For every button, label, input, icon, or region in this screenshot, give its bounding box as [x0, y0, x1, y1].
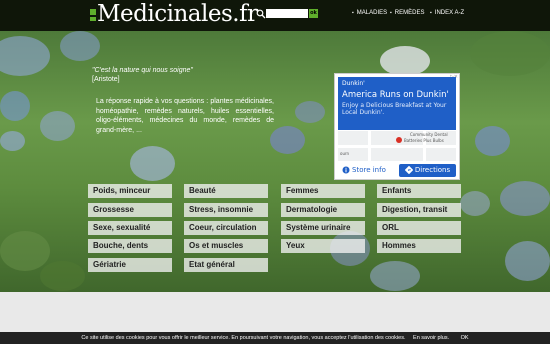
map-label: ourn	[340, 151, 350, 156]
category-coeur-circulation[interactable]: Coeur, circulation	[184, 221, 268, 235]
map-label: Community Dental	[410, 132, 448, 137]
ad-map[interactable]: Batteries Plus Bulbs Community Dental ou…	[338, 131, 456, 161]
bullet-icon: ▪	[430, 10, 432, 16]
bullet-icon: ▪	[352, 10, 354, 16]
advertisement[interactable]: ▷✕ Dunkin' America Runs on Dunkin' Enjoy…	[334, 73, 460, 180]
category-femmes[interactable]: Femmes	[281, 184, 365, 198]
directions-icon	[404, 166, 413, 174]
logo-mark-icon	[90, 9, 96, 15]
hero-quote-author: [Aristote]	[92, 76, 120, 83]
nav-label: MALADIES	[356, 10, 388, 16]
category-sexe-sexualite[interactable]: Sexe, sexualité	[88, 221, 172, 235]
map-pin-icon	[396, 137, 402, 143]
category-dermatologie[interactable]: Dermatologie	[281, 203, 365, 217]
site-logo[interactable]: Medicinales.fr	[97, 1, 258, 27]
category-systeme-urinaire[interactable]: Système urinaire	[281, 221, 365, 235]
store-info-label: Store info	[352, 166, 386, 174]
info-icon	[342, 166, 350, 174]
directions-button[interactable]: Directions	[399, 163, 456, 177]
category-os-muscles[interactable]: Os et muscles	[184, 239, 268, 253]
category-grossesse[interactable]: Grossesse	[88, 203, 172, 217]
search-input[interactable]	[266, 9, 308, 18]
store-info-button[interactable]: Store info	[338, 166, 386, 174]
category-poids-minceur[interactable]: Poids, minceur	[88, 184, 172, 198]
nav-item-maladies[interactable]: ▪ MALADIES	[352, 10, 387, 16]
map-label: Batteries Plus Bulbs	[404, 138, 444, 143]
ad-title: America Runs on Dunkin'	[342, 90, 449, 100]
nav-label: REMÈDES	[394, 10, 425, 16]
cookie-more-link[interactable]: En savoir plus.	[413, 335, 449, 341]
category-bouche-dents[interactable]: Bouche, dents	[88, 239, 172, 253]
cookie-bar: Ce site utilise des cookies pour vous of…	[0, 332, 550, 344]
site-header: Medicinales.fr ok ▪ MALADIES ▪ REMÈDES ▪…	[0, 0, 550, 31]
category-digestion-transit[interactable]: Digestion, transit	[377, 203, 461, 217]
category-enfants[interactable]: Enfants	[377, 184, 461, 198]
hero-quote: "C'est la nature qui nous soigne"	[92, 67, 193, 74]
category-hommes[interactable]: Hommes	[377, 239, 461, 253]
search-icon	[256, 9, 266, 19]
category-beaute[interactable]: Beauté	[184, 184, 268, 198]
ad-brand: Dunkin'	[342, 80, 365, 87]
nav-item-remedes[interactable]: ▪ REMÈDES	[390, 10, 424, 16]
cookie-ok-button[interactable]: OK	[461, 335, 469, 341]
search-button[interactable]: ok	[309, 9, 318, 18]
bullet-icon: ▪	[390, 10, 392, 16]
nav-label: INDEX A-Z	[434, 10, 465, 16]
nav-item-index[interactable]: ▪ INDEX A-Z	[430, 10, 464, 16]
category-yeux[interactable]: Yeux	[281, 239, 365, 253]
category-etat-general[interactable]: Etat général	[184, 258, 268, 272]
category-orl[interactable]: ORL	[377, 221, 461, 235]
ad-header[interactable]: Dunkin' America Runs on Dunkin' Enjoy a …	[338, 77, 456, 130]
ad-description: Enjoy a Delicious Breakfast at Your Loca…	[342, 102, 447, 116]
logo-mark-icon-lower	[90, 17, 96, 21]
category-stress-insomnie[interactable]: Stress, insomnie	[184, 203, 268, 217]
hero-background-image: "C'est la nature qui nous soigne" [Arist…	[0, 31, 550, 292]
category-geriatrie[interactable]: Gériatrie	[88, 258, 172, 272]
hero-intro-text: La réponse rapide à vos questions : plan…	[96, 98, 274, 134]
ad-footer: Store info Directions	[338, 162, 456, 178]
cookie-text: Ce site utilise des cookies pour vous of…	[81, 335, 406, 341]
directions-label: Directions	[414, 166, 451, 174]
